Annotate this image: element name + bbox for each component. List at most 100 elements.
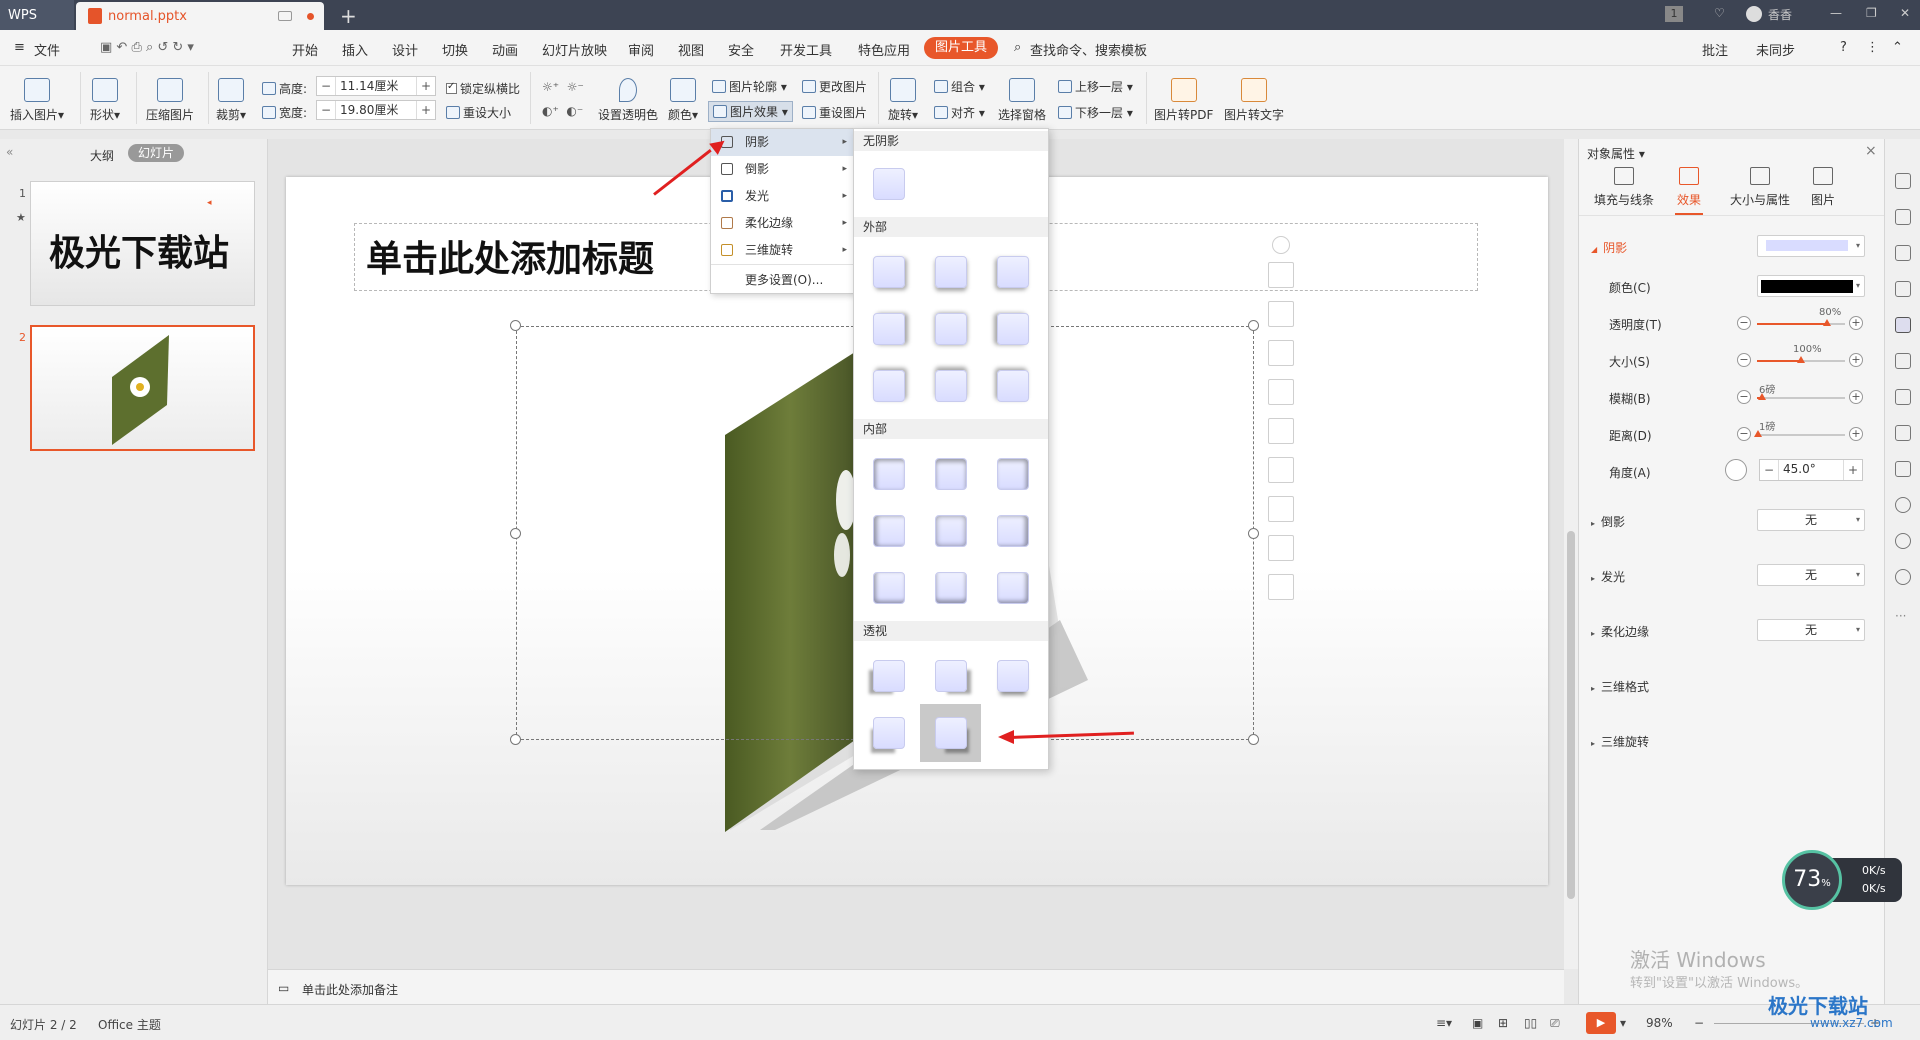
shadow-outer-swatch[interactable] xyxy=(935,370,967,402)
section-soft-edges[interactable]: ▸ 柔化边缘 xyxy=(1591,623,1649,640)
tab-fill-line[interactable]: 填充与线条 xyxy=(1591,167,1657,208)
angle-dial[interactable] xyxy=(1725,459,1747,481)
play-options-icon[interactable]: ▾ xyxy=(1620,1016,1626,1030)
shadow-inner-swatch[interactable] xyxy=(873,458,905,490)
shadow-inner-swatch[interactable] xyxy=(997,458,1029,490)
menu-item-glow[interactable]: 发光 ▸ xyxy=(711,183,855,210)
reflection-dropdown[interactable]: 无 ▾ xyxy=(1757,509,1865,531)
shadow-inner-swatch[interactable] xyxy=(935,458,967,490)
resize-handle[interactable] xyxy=(1248,734,1259,745)
presenter-view-icon[interactable]: ⎚ xyxy=(1550,1016,1560,1031)
shadow-perspective-swatch[interactable] xyxy=(935,660,967,692)
resize-handle[interactable] xyxy=(510,320,521,331)
slider-knob[interactable] xyxy=(1797,356,1805,363)
convert-icon[interactable] xyxy=(1268,457,1294,483)
blur-decrease[interactable]: − xyxy=(1737,390,1751,404)
resize-handle[interactable] xyxy=(510,734,521,745)
menu-item-reflection[interactable]: 倒影 ▸ xyxy=(711,156,855,183)
shadow-inner-swatch[interactable] xyxy=(873,515,905,547)
image-edit-icon[interactable] xyxy=(1268,535,1294,561)
size-increase[interactable]: + xyxy=(1849,353,1863,367)
resize-handle[interactable] xyxy=(1248,320,1259,331)
help-circle-icon[interactable] xyxy=(1895,569,1911,585)
soft-edges-dropdown[interactable]: 无 ▾ xyxy=(1757,619,1865,641)
normal-view-icon[interactable]: ▣ xyxy=(1472,1016,1483,1030)
shadow-perspective-swatch[interactable] xyxy=(997,660,1029,692)
scrollbar-thumb[interactable] xyxy=(1567,531,1575,899)
glow-dropdown[interactable]: 无 ▾ xyxy=(1757,564,1865,586)
shadow-inner-swatch[interactable] xyxy=(873,572,905,604)
blur-slider[interactable] xyxy=(1757,393,1845,400)
notes-placeholder[interactable]: 单击此处添加备注 xyxy=(302,981,398,998)
crop-tool-icon[interactable] xyxy=(1268,301,1294,327)
blur-increase[interactable]: + xyxy=(1849,390,1863,404)
sorter-view-icon[interactable]: ⊞ xyxy=(1498,1016,1508,1030)
angle-decrement[interactable]: − xyxy=(1760,463,1778,477)
shadow-outer-swatch[interactable] xyxy=(873,370,905,402)
picture-panel-icon[interactable] xyxy=(1895,353,1911,369)
eraser-icon[interactable] xyxy=(1268,574,1294,600)
properties-icon[interactable] xyxy=(1895,317,1911,333)
shadow-perspective-swatch-selected[interactable] xyxy=(935,717,967,749)
split-icon[interactable] xyxy=(1268,340,1294,366)
distance-slider[interactable] xyxy=(1753,430,1845,437)
tab-effects[interactable]: 效果 xyxy=(1669,167,1709,215)
resize-handle[interactable] xyxy=(510,528,521,539)
tab-picture[interactable]: 图片 xyxy=(1803,167,1843,208)
slider-knob[interactable] xyxy=(1823,319,1832,326)
shape-panel-icon[interactable] xyxy=(1895,245,1911,261)
zoom-out-icon[interactable]: − xyxy=(1694,1016,1704,1030)
image-library-icon[interactable] xyxy=(1895,425,1911,441)
menu-item-3d-rotation[interactable]: 三维旋转 ▸ xyxy=(711,237,855,264)
notes-pane[interactable]: ▭ 单击此处添加备注 xyxy=(268,969,1564,1004)
shadow-outer-swatch[interactable] xyxy=(997,256,1029,288)
shadow-none-swatch[interactable] xyxy=(873,168,905,200)
copy-icon[interactable] xyxy=(1268,496,1294,522)
shadow-outer-swatch[interactable] xyxy=(935,313,967,345)
sound-icon[interactable] xyxy=(1895,461,1911,477)
select-icon[interactable] xyxy=(1268,418,1294,444)
shadow-outer-swatch[interactable] xyxy=(873,313,905,345)
collapse-tools-icon[interactable] xyxy=(1272,236,1290,254)
menu-item-shadow[interactable]: 阴影 ▸ xyxy=(711,129,855,156)
reading-view-icon[interactable]: ▯▯ xyxy=(1524,1016,1537,1030)
size-slider[interactable] xyxy=(1757,356,1845,363)
section-reflection[interactable]: ▸ 倒影 xyxy=(1591,513,1625,530)
panel-title[interactable]: 对象属性 ▾ xyxy=(1587,145,1645,162)
shadow-outer-swatch[interactable] xyxy=(873,256,905,288)
notes-toggle-icon[interactable]: ≡▾ xyxy=(1436,1016,1452,1030)
angle-value[interactable]: 45.0° xyxy=(1778,460,1844,480)
shadow-outer-swatch[interactable] xyxy=(935,256,967,288)
shadow-perspective-swatch[interactable] xyxy=(873,660,905,692)
section-glow[interactable]: ▸ 发光 xyxy=(1591,568,1625,585)
distance-decrease[interactable]: − xyxy=(1737,427,1751,441)
layers-icon[interactable] xyxy=(1268,262,1294,288)
angle-field[interactable]: −45.0° + xyxy=(1759,459,1863,481)
network-speed-widget[interactable]: 0K/s 0K/s 73% xyxy=(1782,850,1904,912)
shadow-outer-swatch[interactable] xyxy=(997,370,1029,402)
transparency-decrease[interactable]: − xyxy=(1737,316,1751,330)
history-icon[interactable] xyxy=(1895,533,1911,549)
shadow-preset-dropdown[interactable]: ▾ xyxy=(1757,235,1865,257)
shadow-inner-swatch[interactable] xyxy=(935,572,967,604)
theme-name[interactable]: Office 主题 xyxy=(98,1016,161,1033)
transparency-slider[interactable] xyxy=(1757,319,1845,326)
shadow-color-picker[interactable]: ▾ xyxy=(1757,275,1865,297)
menu-item-more-settings[interactable]: 更多设置(O)... xyxy=(711,267,855,294)
zoom-level[interactable]: 98% xyxy=(1646,1016,1673,1030)
style-icon[interactable] xyxy=(1895,281,1911,297)
distance-increase[interactable]: + xyxy=(1849,427,1863,441)
shadow-perspective-swatch[interactable] xyxy=(873,717,905,749)
tab-size-properties[interactable]: 大小与属性 xyxy=(1727,167,1793,208)
shadow-inner-swatch[interactable] xyxy=(997,515,1029,547)
angle-increment[interactable]: + xyxy=(1844,463,1862,477)
format-icon[interactable] xyxy=(1895,209,1911,225)
more-dots-icon[interactable]: ··· xyxy=(1895,609,1906,623)
shadow-inner-swatch[interactable] xyxy=(935,515,967,547)
size-decrease[interactable]: − xyxy=(1737,353,1751,367)
section-shadow[interactable]: ◢ 阴影 xyxy=(1591,239,1627,256)
menu-item-soft-edges[interactable]: 柔化边缘 ▸ xyxy=(711,210,855,237)
zoom-in-icon[interactable] xyxy=(1268,379,1294,405)
play-slideshow-button[interactable]: ▶ xyxy=(1586,1012,1616,1034)
compass-icon[interactable] xyxy=(1895,497,1911,513)
